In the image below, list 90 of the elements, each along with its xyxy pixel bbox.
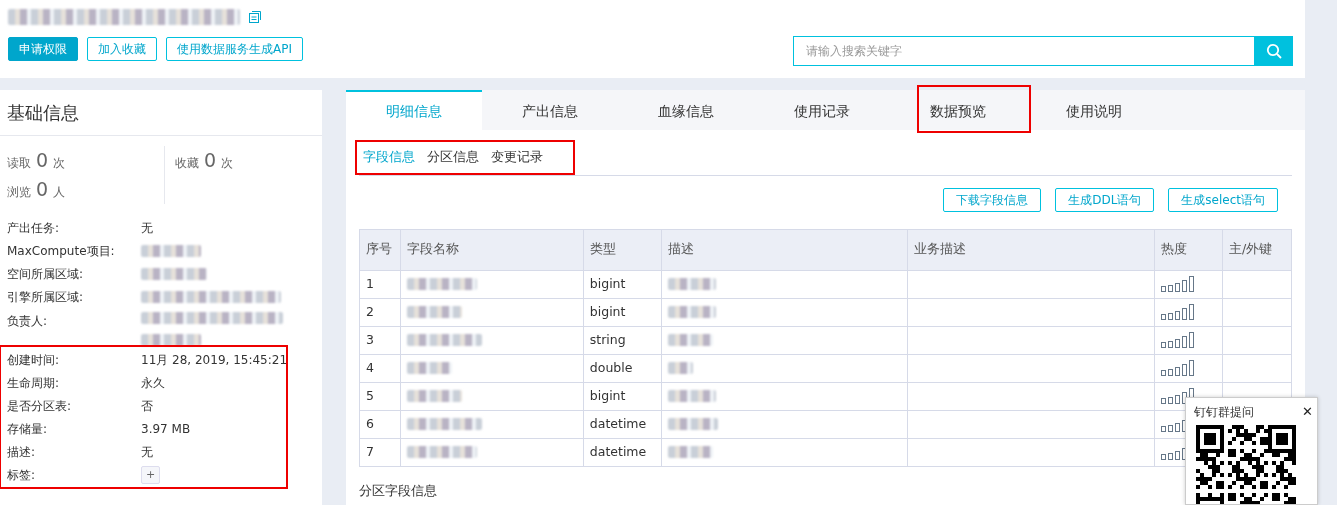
action-button[interactable]: 使用数据服务生成API (166, 37, 303, 61)
table-cell: double (583, 354, 662, 383)
field-label: 空间所属区域: (7, 265, 85, 283)
heat-bars-icon (1161, 331, 1196, 350)
stat-unit: 人 (53, 184, 66, 201)
stat-label: 收藏 (175, 155, 199, 172)
stat-unit: 次 (221, 155, 234, 172)
field-label: 负责人: (7, 313, 49, 330)
field-value: 永久 (141, 374, 165, 392)
field-label: 是否分区表: (7, 397, 73, 415)
blurred-value (141, 267, 207, 280)
field-label: MaxCompute项目: (7, 242, 116, 260)
tab[interactable]: 使用说明 (1026, 90, 1162, 130)
action-button[interactable]: 加入收藏 (87, 37, 157, 61)
tab[interactable]: 明细信息 (346, 90, 482, 130)
column-header: 热度 (1154, 229, 1223, 271)
field-label: 存储量: (7, 420, 49, 438)
blurred-value (667, 306, 716, 319)
table-cell: 7 (359, 438, 401, 467)
column-header: 描述 (661, 229, 908, 271)
close-button[interactable]: ✕ (1302, 403, 1313, 421)
table-cell: 6 (359, 410, 401, 439)
section-title: 分区字段信息 (358, 481, 438, 500)
blurred-value (406, 362, 452, 375)
search-button[interactable] (1255, 36, 1293, 66)
field-value: 11月 28, 2019, 15:45:21 (141, 351, 288, 369)
blurred-value (406, 306, 462, 319)
action-button[interactable]: 下载字段信息 (943, 187, 1042, 212)
stat-value: 0 (204, 148, 217, 173)
field-label: 描述: (7, 443, 37, 461)
table-cell: bigint (583, 270, 662, 299)
sub-tab[interactable]: 字段信息 (359, 144, 419, 175)
blurred-value (667, 278, 716, 291)
blurred-value (406, 278, 477, 291)
blurred-value (406, 390, 462, 403)
tab[interactable]: 数据预览 (890, 90, 1026, 130)
column-header: 业务描述 (907, 229, 1155, 271)
stat-label: 浏览 (7, 184, 31, 201)
table-cell: datetime (583, 410, 662, 439)
field-label: 产出任务: (7, 219, 61, 237)
blurred-value (667, 390, 716, 403)
field-value: 无 (141, 443, 153, 461)
add-tag-button[interactable]: + (141, 465, 160, 484)
table-cell: 1 (359, 270, 401, 299)
field-label: 引擎所属区域: (7, 288, 85, 306)
action-button[interactable]: 生成DDL语句 (1055, 187, 1155, 212)
table-cell: 2 (359, 298, 401, 327)
field-value: 无 (141, 219, 153, 237)
blurred-value (141, 334, 201, 346)
stat-value: 0 (36, 177, 49, 202)
stat-value: 0 (36, 148, 49, 173)
stat-unit: 次 (53, 155, 66, 172)
copy-icon[interactable] (248, 10, 262, 24)
tab[interactable]: 产出信息 (482, 90, 618, 130)
column-header: 字段名称 (400, 229, 584, 271)
field-label: 标签: (7, 466, 37, 484)
popup-title: 钉钉群提问 (1194, 404, 1254, 421)
table-cell: bigint (583, 298, 662, 327)
blurred-value (141, 244, 201, 257)
sub-tab[interactable]: 分区信息 (423, 144, 483, 175)
table-cell: datetime (583, 438, 662, 467)
blurred-value (667, 362, 693, 375)
column-header: 主/外键 (1222, 229, 1292, 271)
heat-bars-icon (1161, 359, 1196, 378)
action-button[interactable]: 申请权限 (8, 37, 78, 61)
blurred-value (667, 334, 713, 347)
sub-tab[interactable]: 变更记录 (487, 144, 547, 175)
table-cell: 5 (359, 382, 401, 411)
stat-label: 读取 (7, 155, 31, 172)
action-button[interactable]: 生成select语句 (1168, 187, 1278, 212)
tab[interactable]: 使用记录 (754, 90, 890, 130)
blurred-value (667, 446, 713, 459)
table-cell: 3 (359, 326, 401, 355)
blurred-value (667, 418, 718, 431)
table-cell: 4 (359, 354, 401, 383)
column-header: 序号 (359, 229, 401, 271)
table-cell: string (583, 326, 662, 355)
search-icon (1266, 43, 1282, 59)
field-label: 创建时间: (7, 351, 61, 369)
table-cell: bigint (583, 382, 662, 411)
heat-bars-icon (1161, 303, 1196, 322)
section-title: 基础信息 (0, 90, 322, 136)
field-value: 3.97 MB (141, 420, 191, 438)
tab[interactable]: 血缘信息 (618, 90, 754, 130)
column-header: 类型 (583, 229, 662, 271)
field-value: 否 (141, 397, 153, 415)
heat-bars-icon (1161, 275, 1196, 294)
search-field[interactable]: 请输入搜索关键字 (793, 36, 1255, 66)
field-label: 生命周期: (7, 374, 61, 392)
blurred-value (406, 446, 477, 459)
